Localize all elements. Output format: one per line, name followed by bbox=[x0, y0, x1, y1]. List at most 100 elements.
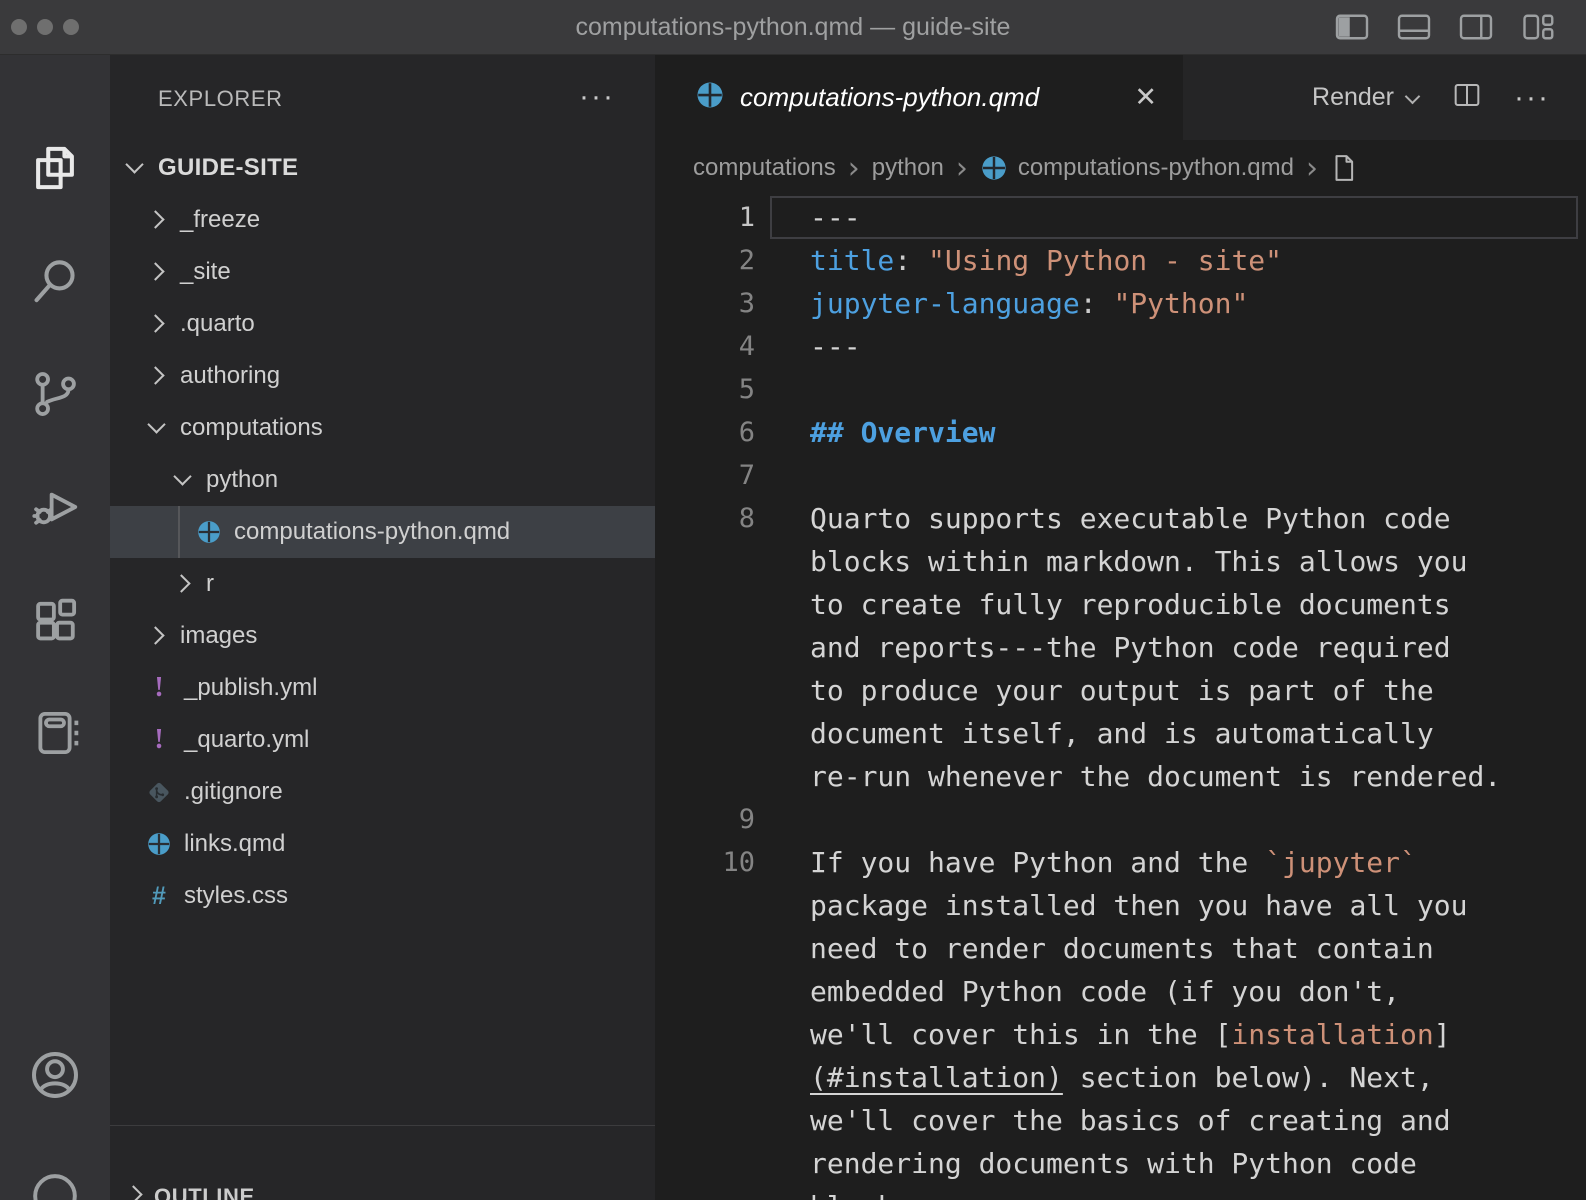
line-number: 1 bbox=[655, 202, 755, 233]
run-debug-icon bbox=[28, 480, 82, 539]
close-tab-icon[interactable]: ✕ bbox=[1134, 82, 1157, 113]
activity-notebook[interactable] bbox=[25, 705, 85, 765]
code-line[interactable]: 9 bbox=[655, 798, 1586, 841]
code-line[interactable]: we'll cover the basics of creating and bbox=[655, 1099, 1586, 1142]
code-text: and reports---the Python code required bbox=[810, 631, 1451, 664]
editor-more-actions-icon[interactable]: ··· bbox=[1514, 81, 1550, 115]
code-text: we'll cover the basics of creating and bbox=[810, 1104, 1451, 1137]
tree-item-publish-yml[interactable]: !_publish.yml bbox=[110, 662, 655, 714]
code-line[interactable]: 7 bbox=[655, 454, 1586, 497]
tree-item-label: _site bbox=[180, 258, 231, 286]
tree-item-images[interactable]: images bbox=[110, 610, 655, 662]
code-line[interactable]: document itself, and is automatically bbox=[655, 712, 1586, 755]
css-file-icon: # bbox=[146, 883, 172, 909]
split-editor-icon[interactable] bbox=[1448, 79, 1486, 116]
traffic-lights bbox=[11, 19, 79, 35]
tree-item-authoring[interactable]: authoring bbox=[110, 350, 655, 402]
quarto-icon bbox=[695, 80, 725, 115]
activity-source-control[interactable] bbox=[25, 366, 85, 426]
code-text: blocks within markdown. This allows you bbox=[810, 545, 1467, 578]
chevron-down-icon bbox=[172, 469, 194, 491]
git-file-icon bbox=[146, 779, 172, 805]
activity-extensions[interactable] bbox=[25, 592, 85, 652]
line-number: 3 bbox=[655, 288, 755, 319]
code-line[interactable]: and reports---the Python code required bbox=[655, 626, 1586, 669]
extensions-icon bbox=[28, 593, 82, 652]
explorer-more-actions-icon[interactable]: ··· bbox=[579, 86, 615, 108]
code-text: need to render documents that contain bbox=[810, 932, 1434, 965]
code-line[interactable]: embedded Python code (if you don't, bbox=[655, 970, 1586, 1013]
activity-run-debug[interactable] bbox=[25, 479, 85, 539]
toggle-secondary-sidebar-icon[interactable] bbox=[1458, 12, 1494, 42]
activity-account[interactable] bbox=[27, 1047, 83, 1108]
tree-item-r[interactable]: r bbox=[110, 558, 655, 610]
code-line[interactable]: (#installation) section below). Next, bbox=[655, 1056, 1586, 1099]
tree-item-freeze[interactable]: _freeze bbox=[110, 194, 655, 246]
code-line[interactable]: 2title: "Using Python - site" bbox=[655, 239, 1586, 282]
tree-item-label: _quarto.yml bbox=[184, 726, 309, 754]
toggle-panel-icon[interactable] bbox=[1396, 12, 1432, 42]
toggle-sidebar-icon[interactable] bbox=[1334, 12, 1370, 42]
line-number: 8 bbox=[655, 503, 755, 534]
tree-item-computations[interactable]: computations bbox=[110, 402, 655, 454]
book-icon bbox=[28, 706, 82, 765]
tree-item-styles-css[interactable]: #styles.css bbox=[110, 870, 655, 922]
tree-item-quarto[interactable]: .quarto bbox=[110, 298, 655, 350]
tree-item-gitignore[interactable]: .gitignore bbox=[110, 766, 655, 818]
code-line[interactable]: we'll cover this in the [installation] bbox=[655, 1013, 1586, 1056]
breadcrumb-computations[interactable]: computations bbox=[693, 154, 836, 182]
code-line[interactable]: 5 bbox=[655, 368, 1586, 411]
zoom-window-button[interactable] bbox=[63, 19, 79, 35]
outline-section[interactable]: OUTLINE bbox=[110, 1125, 655, 1200]
current-line-highlight bbox=[770, 196, 1578, 239]
activity-bar bbox=[0, 55, 110, 1200]
code-line[interactable]: blocks. bbox=[655, 1185, 1586, 1200]
code-line[interactable]: 8Quarto supports executable Python code bbox=[655, 497, 1586, 540]
code-line[interactable]: re-run whenever the document is rendered… bbox=[655, 755, 1586, 798]
tab-computations-python[interactable]: computations-python.qmd ✕ bbox=[655, 55, 1183, 140]
chevron-right-icon bbox=[146, 365, 168, 387]
tree-item-quarto-yml[interactable]: !_quarto.yml bbox=[110, 714, 655, 766]
code-line[interactable]: rendering documents with Python code bbox=[655, 1142, 1586, 1185]
code-line[interactable]: 10If you have Python and the `jupyter` bbox=[655, 841, 1586, 884]
code-line[interactable]: package installed then you have all you bbox=[655, 884, 1586, 927]
outline-header: OUTLINE bbox=[154, 1184, 255, 1200]
tree-item-guide-site[interactable]: GUIDE-SITE bbox=[110, 142, 655, 194]
close-window-button[interactable] bbox=[11, 19, 27, 35]
tree-item-label: _freeze bbox=[180, 206, 260, 234]
gear-icon[interactable] bbox=[0, 1168, 110, 1200]
code-text: we'll cover this in the [installation] bbox=[810, 1018, 1451, 1051]
code-line[interactable]: to produce your output is part of the bbox=[655, 669, 1586, 712]
breadcrumbs: computations›python›computations-python.… bbox=[655, 140, 1586, 196]
breadcrumb-computations-python-qmd[interactable]: computations-python.qmd bbox=[980, 154, 1294, 182]
code-text: If you have Python and the `jupyter` bbox=[810, 846, 1417, 879]
code-line[interactable]: 6## Overview bbox=[655, 411, 1586, 454]
code-line[interactable]: 1--- bbox=[655, 196, 1586, 239]
minimize-window-button[interactable] bbox=[37, 19, 53, 35]
code-line[interactable]: to create fully reproducible documents bbox=[655, 583, 1586, 626]
tree-item-python[interactable]: python bbox=[110, 454, 655, 506]
code-line[interactable]: 4--- bbox=[655, 325, 1586, 368]
tree-item-computations-python-qmd[interactable]: computations-python.qmd bbox=[110, 506, 655, 558]
layout-controls bbox=[1334, 12, 1556, 42]
code-text: title: "Using Python - site" bbox=[810, 244, 1282, 277]
code-line[interactable]: 3 jupyter-language: "Python" bbox=[655, 282, 1586, 325]
breadcrumb-symbol[interactable] bbox=[1330, 153, 1358, 183]
tree-item-links-qmd[interactable]: links.qmd bbox=[110, 818, 655, 870]
activity-search[interactable] bbox=[25, 253, 85, 313]
chevron-right-icon bbox=[146, 209, 168, 231]
breadcrumb-python[interactable]: python bbox=[872, 154, 944, 182]
tree-item-label: computations-python.qmd bbox=[234, 518, 510, 546]
customize-layout-icon[interactable] bbox=[1520, 12, 1556, 42]
code-line[interactable]: need to render documents that contain bbox=[655, 927, 1586, 970]
activity-explorer[interactable] bbox=[25, 140, 85, 200]
explorer-header: EXPLORER bbox=[158, 86, 283, 112]
breadcrumb-separator-icon: › bbox=[848, 151, 860, 186]
code-text: jupyter-language: "Python" bbox=[810, 287, 1248, 320]
tree-item-label: r bbox=[206, 570, 214, 598]
tree-item-label: computations bbox=[180, 414, 323, 442]
code-line[interactable]: blocks within markdown. This allows you bbox=[655, 540, 1586, 583]
render-button[interactable]: Render bbox=[1312, 83, 1420, 112]
tree-item-site[interactable]: _site bbox=[110, 246, 655, 298]
tree-item-label: python bbox=[206, 466, 278, 494]
